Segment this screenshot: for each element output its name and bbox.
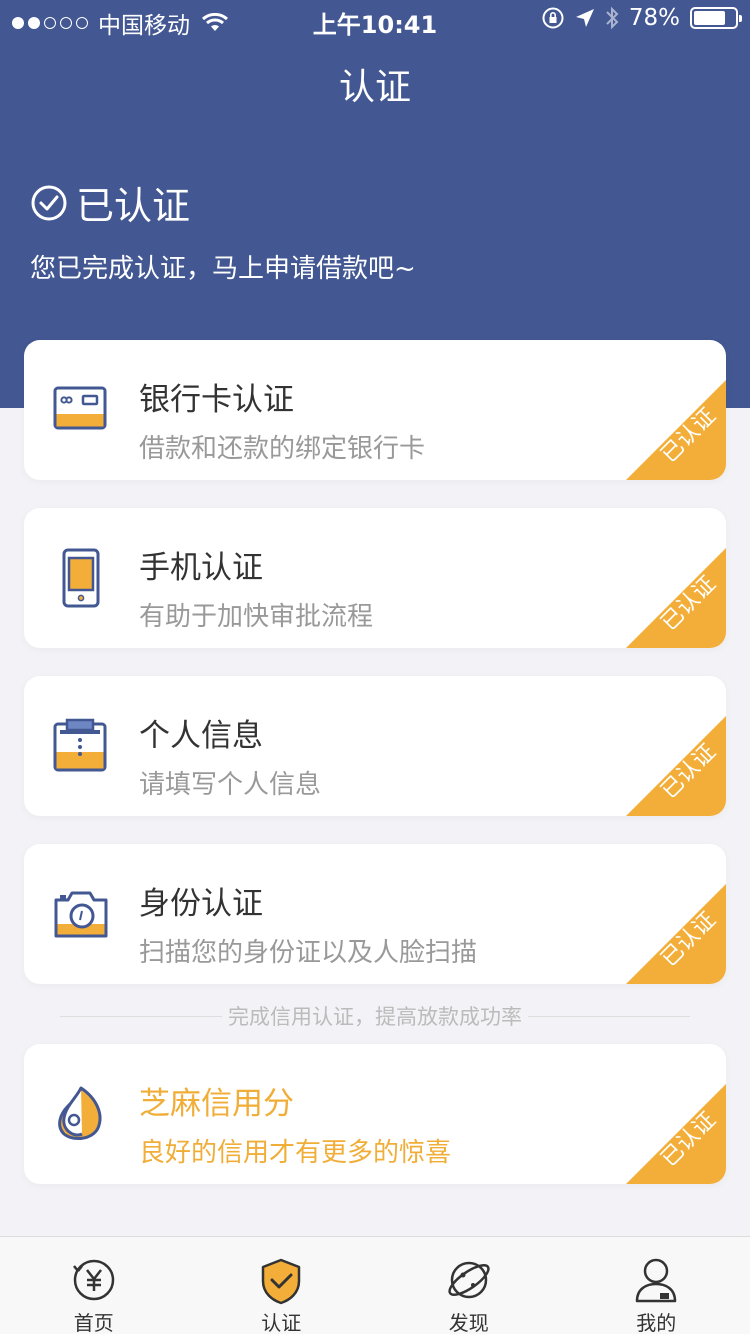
battery-fill	[694, 11, 726, 25]
verified-corner-badge: 已认证	[626, 380, 726, 480]
verified-corner-badge: 已认证	[626, 548, 726, 648]
tab-discover[interactable]: 发现	[375, 1237, 563, 1334]
status-bar-right: 78%	[541, 5, 742, 31]
card-sesame-credit[interactable]: 芝麻信用分 良好的信用才有更多的惊喜 已认证	[24, 1044, 726, 1184]
home-yen-icon	[72, 1259, 114, 1301]
card-subtitle: 扫描您的身份证以及人脸扫描	[139, 938, 478, 968]
tab-label: 发现	[448, 1311, 489, 1334]
card-phone-verification[interactable]: 手机认证 有助于加快审批流程 已认证	[24, 508, 726, 648]
status-bar: 中国移动 上午10:41 78%	[0, 0, 750, 40]
card-title: 个人信息	[139, 718, 263, 754]
verified-corner-badge: 已认证	[626, 716, 726, 816]
personal-info-icon	[53, 718, 107, 772]
tab-verification[interactable]: 认证	[188, 1237, 376, 1334]
bank-card-icon	[53, 386, 107, 430]
verified-corner-badge: 已认证	[626, 884, 726, 984]
profile-icon	[636, 1258, 677, 1303]
phone-icon	[62, 548, 100, 608]
bottom-tab-bar: 首页 认证 发现 我的	[0, 1236, 750, 1334]
verified-title: 已认证	[76, 184, 191, 228]
card-personal-info[interactable]: 个人信息 请填写个人信息 已认证	[24, 676, 726, 816]
planet-icon	[448, 1261, 490, 1299]
tab-label: 我的	[636, 1311, 677, 1334]
section-divider: 完成信用认证，提高放款成功率	[60, 1003, 690, 1029]
rotation-lock-icon	[542, 7, 564, 29]
tab-label: 认证	[261, 1311, 302, 1334]
divider-text: 完成信用认证，提高放款成功率	[228, 1005, 522, 1029]
card-subtitle: 请填写个人信息	[139, 770, 322, 800]
card-identity-verification[interactable]: 身份认证 扫描您的身份证以及人脸扫描 已认证	[24, 844, 726, 984]
page-title: 认证	[338, 67, 411, 108]
verified-status: 已认证	[30, 175, 190, 230]
card-subtitle: 良好的信用才有更多的惊喜	[139, 1138, 452, 1168]
location-arrow-icon	[575, 9, 594, 27]
card-title: 身份认证	[139, 886, 263, 922]
tab-label: 首页	[73, 1311, 114, 1334]
battery-percent: 78%	[628, 5, 680, 31]
tab-profile[interactable]: 我的	[563, 1237, 750, 1334]
tab-home[interactable]: 首页	[0, 1237, 188, 1334]
card-title: 银行卡认证	[139, 382, 294, 418]
card-title: 手机认证	[139, 550, 263, 586]
card-title: 芝麻信用分	[139, 1086, 294, 1122]
verified-corner-badge: 已认证	[626, 1084, 726, 1184]
card-subtitle: 有助于加快审批流程	[139, 602, 374, 632]
card-bank-verification[interactable]: 银行卡认证 借款和还款的绑定银行卡 已认证	[24, 340, 726, 480]
bluetooth-icon	[606, 6, 619, 30]
shield-check-icon	[262, 1258, 301, 1305]
card-subtitle: 借款和还款的绑定银行卡	[139, 434, 426, 464]
verified-subtitle: 您已完成认证，马上申请借款吧~	[30, 254, 416, 284]
camera-icon	[54, 891, 108, 938]
sesame-icon	[58, 1086, 102, 1141]
battery-icon	[690, 7, 742, 29]
check-circle-icon	[31, 185, 67, 220]
